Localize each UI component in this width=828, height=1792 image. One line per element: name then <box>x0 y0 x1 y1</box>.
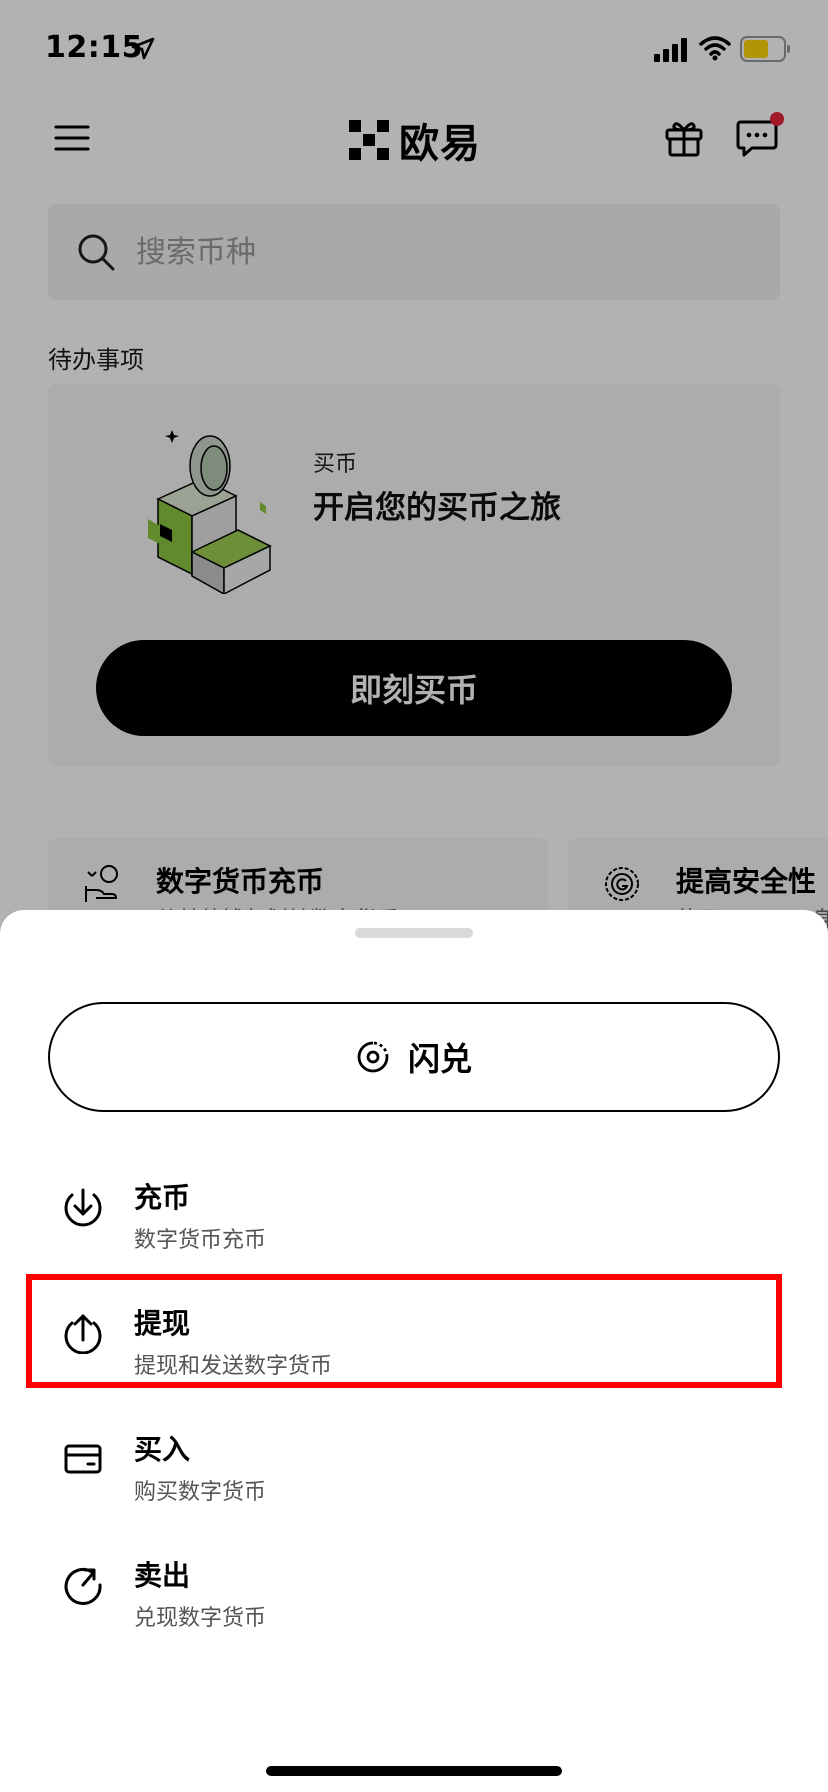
action-buy[interactable]: 买入 购买数字货币 <box>48 1426 780 1536</box>
convert-icon <box>357 1041 389 1073</box>
action-sell[interactable]: 卖出 兑现数字货币 <box>48 1552 780 1662</box>
convert-label: 闪兑 <box>407 1040 472 1078</box>
action-buy-title: 买入 <box>134 1433 191 1466</box>
action-bottom-sheet: 闪兑 充币 数字货币充币 提现 提现和发送数字货币 买入 购买数字货币 卖出 兑… <box>0 910 828 1792</box>
action-sell-title: 卖出 <box>134 1559 191 1592</box>
home-indicator <box>266 1766 562 1776</box>
action-sell-subtitle: 兑现数字货币 <box>134 1606 267 1631</box>
card-icon <box>64 1444 102 1474</box>
action-deposit[interactable]: 充币 数字货币充币 <box>48 1174 780 1284</box>
action-deposit-subtitle: 数字货币充币 <box>134 1228 267 1253</box>
action-buy-subtitle: 购买数字货币 <box>134 1480 267 1505</box>
sheet-grabber[interactable] <box>355 928 473 938</box>
sell-icon <box>64 1567 102 1605</box>
action-deposit-title: 充币 <box>134 1181 191 1214</box>
download-icon <box>64 1188 102 1227</box>
convert-button[interactable]: 闪兑 <box>48 1002 780 1112</box>
withdraw-highlight-box <box>26 1274 782 1388</box>
app-screen: 12:15 欧易 搜索币种 待办事项 买币 开启您的买币之旅 即刻买币 数字货币… <box>0 0 828 1792</box>
